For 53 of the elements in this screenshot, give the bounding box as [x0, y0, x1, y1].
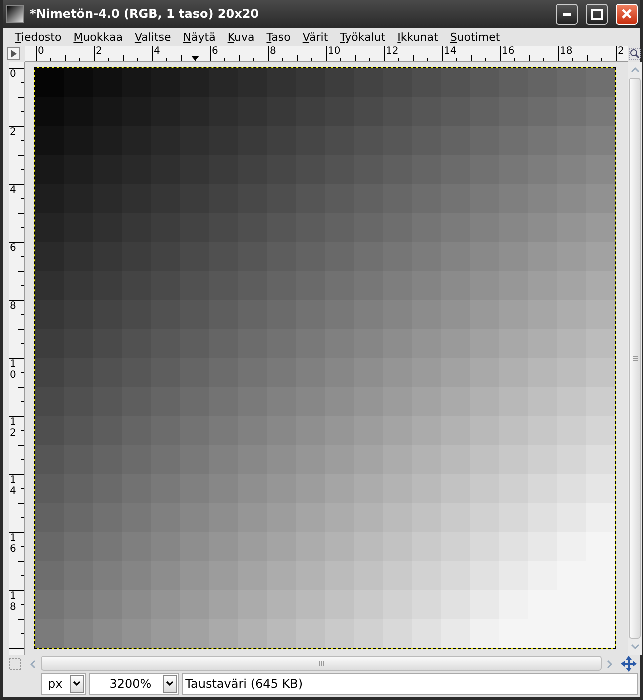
ruler-label: 18 [560, 46, 573, 57]
ruler-label: 12 [386, 46, 399, 57]
ruler-label: 4 [154, 46, 160, 57]
dropdown-button[interactable] [162, 675, 177, 693]
zoom-dropdown[interactable]: 3200% [88, 673, 179, 695]
menu-item[interactable]: Työkalut [334, 30, 392, 44]
ruler-label: 2 [10, 127, 18, 138]
navigate-icon[interactable] [621, 656, 637, 672]
menu-item[interactable]: Kuva [222, 30, 261, 44]
menu-item[interactable]: Muokkaa [68, 30, 129, 44]
menu-arrow-button[interactable] [7, 47, 20, 60]
app-icon [6, 5, 24, 23]
ruler-label: 0 [38, 46, 44, 57]
zoom-icon[interactable] [629, 48, 641, 60]
menu-item[interactable]: Näytä [177, 30, 222, 44]
ruler-label: 14 [444, 46, 457, 57]
ruler-label: 14 [10, 475, 18, 497]
menu-item[interactable]: Ikkunat [392, 30, 444, 44]
window-title: *Nimetön-4.0 (RGB, 1 taso) 20x20 [30, 7, 260, 21]
ruler-label: 2 [618, 46, 624, 57]
close-icon [621, 8, 633, 20]
close-button[interactable] [616, 4, 638, 24]
ruler-label: 16 [502, 46, 515, 57]
dropdown-button[interactable] [70, 675, 84, 693]
status-message: Taustaväri (645 KB) [182, 673, 638, 695]
ruler-label: 0 [10, 69, 18, 80]
ruler-label: 12 [10, 417, 18, 439]
ruler-label: 8 [270, 46, 276, 57]
ruler-label: 10 [10, 359, 18, 381]
unit-dropdown[interactable]: px [41, 673, 86, 695]
ruler-label: 18 [10, 591, 18, 613]
grip-icon [318, 661, 324, 666]
menu-item[interactable]: Tiedosto [9, 30, 68, 44]
ruler-label: 10 [328, 46, 341, 57]
play-arrow-icon [10, 50, 17, 58]
menu-item[interactable]: Taso [260, 30, 297, 44]
grip-icon [632, 356, 638, 362]
ruler-label: 8 [10, 301, 18, 312]
minimize-icon [563, 12, 571, 16]
ruler-label: 6 [10, 243, 18, 254]
ruler-label: 16 [10, 533, 18, 555]
caret-icon [166, 681, 174, 687]
ruler-label: 4 [10, 185, 18, 196]
maximize-button[interactable] [586, 4, 608, 24]
ruler-label: 6 [212, 46, 218, 57]
caret-icon [72, 681, 81, 687]
image-canvas[interactable] [35, 68, 615, 648]
ruler-label: 2 [96, 46, 102, 57]
menu-item[interactable]: Suotimet [444, 30, 506, 44]
maximize-icon [591, 8, 603, 20]
menu-item[interactable]: Värit [296, 30, 334, 44]
minimize-button[interactable] [556, 4, 578, 24]
menu-item[interactable]: Valitse [128, 30, 178, 44]
